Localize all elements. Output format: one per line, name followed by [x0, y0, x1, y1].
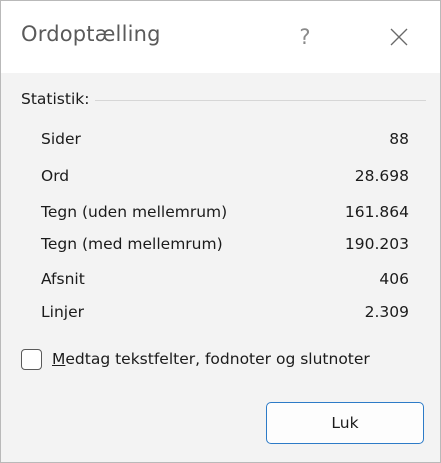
include-textboxes-checkbox[interactable] — [21, 348, 42, 370]
stat-label: Linjer — [41, 303, 84, 321]
close-icon — [390, 28, 408, 46]
statistics-heading: Statistik: — [21, 90, 90, 108]
stat-row-chars-with-spaces: Tegn (med mellemrum) 190.203 — [41, 231, 409, 257]
stat-label: Tegn (uden mellemrum) — [41, 203, 228, 221]
stat-row-chars-no-spaces: Tegn (uden mellemrum) 161.864 — [41, 199, 409, 225]
stat-value: 190.203 — [344, 235, 409, 253]
statistics-section-header: Statistik: — [21, 87, 426, 111]
close-dialog-button[interactable]: Luk — [266, 402, 424, 444]
dialog-title: Ordoptælling — [21, 22, 161, 46]
stat-row-paragraphs: Afsnit 406 — [41, 266, 409, 292]
stat-row-lines: Linjer 2.309 — [41, 299, 409, 325]
close-button[interactable] — [377, 15, 421, 59]
stat-value: 161.864 — [344, 203, 409, 221]
stat-value: 28.698 — [354, 167, 409, 185]
accelerator-key: M — [52, 350, 66, 368]
include-textboxes-footnotes-option[interactable]: Medtag tekstfelter, fodnoter og slutnote… — [21, 344, 437, 374]
stat-label: Afsnit — [41, 270, 85, 288]
stat-value: 88 — [389, 130, 409, 148]
word-count-dialog: Ordoptælling ? Statistik: Sider 88 Ord 2… — [0, 0, 441, 463]
include-textboxes-label[interactable]: Medtag tekstfelter, fodnoter og slutnote… — [52, 350, 370, 368]
stat-label: Tegn (med mellemrum) — [41, 235, 223, 253]
stat-value: 406 — [379, 270, 409, 288]
include-textboxes-label-text: edtag tekstfelter, fodnoter og slutnoter — [65, 350, 370, 368]
title-bar: Ordoptælling ? — [1, 1, 440, 73]
help-icon: ? — [299, 25, 311, 49]
stat-row-pages: Sider 88 — [41, 126, 409, 152]
help-button[interactable]: ? — [285, 15, 325, 59]
stat-value: 2.309 — [364, 303, 409, 321]
stat-row-words: Ord 28.698 — [41, 163, 409, 189]
stat-label: Ord — [41, 167, 70, 185]
section-divider — [95, 99, 426, 101]
stat-label: Sider — [41, 130, 81, 148]
